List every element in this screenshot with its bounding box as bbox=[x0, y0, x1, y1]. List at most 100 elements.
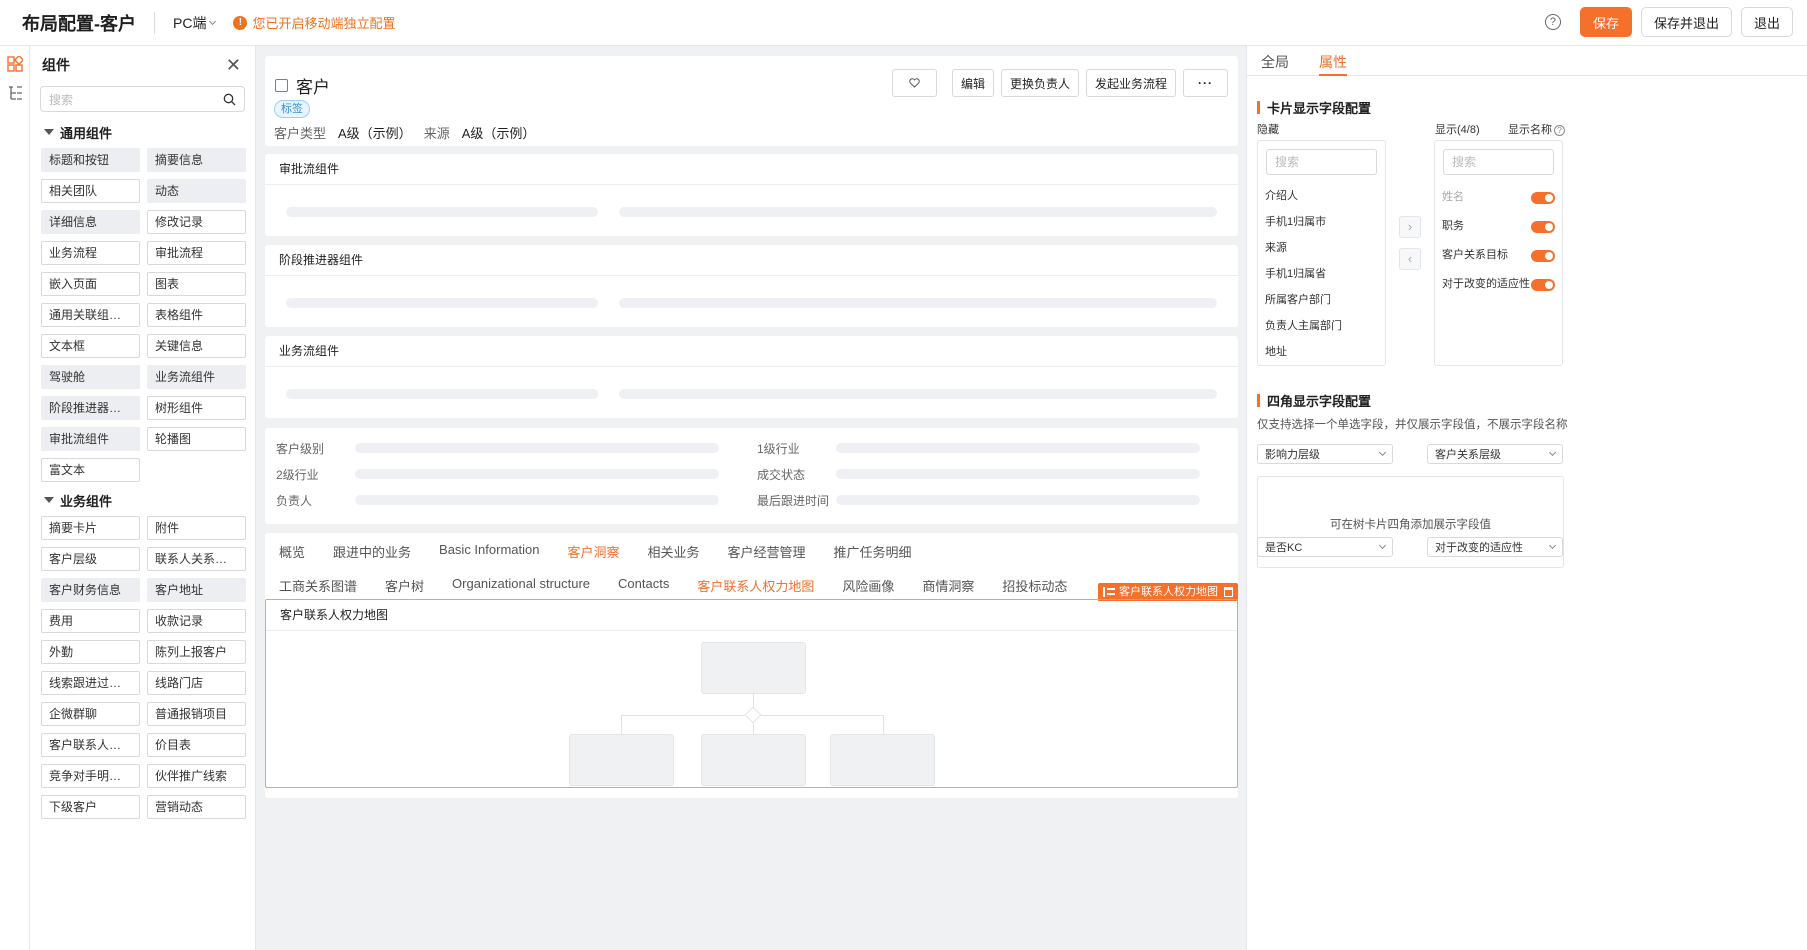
approval-flow-section[interactable]: 审批流组件 bbox=[265, 154, 1238, 236]
tab-item[interactable]: 相关业务 bbox=[647, 542, 699, 561]
summary-info-card[interactable]: 客户级别 2级行业 负责人 1级行业 成交状态 最后跟进时间 bbox=[265, 428, 1238, 524]
move-right-button[interactable]: › bbox=[1399, 216, 1421, 238]
component-chip[interactable]: 关键信息 bbox=[147, 334, 246, 358]
tab-item[interactable]: Contacts bbox=[618, 576, 669, 595]
tab-item[interactable]: 工商关系图谱 bbox=[279, 576, 357, 595]
component-chip[interactable]: 相关团队 bbox=[41, 179, 140, 203]
display-toggle[interactable] bbox=[1531, 191, 1555, 204]
hidden-field-item[interactable]: 介绍人 bbox=[1258, 183, 1385, 209]
component-chip[interactable]: 客户地址 bbox=[147, 578, 246, 602]
power-map-component[interactable]: 客户联系人权力地图 bbox=[265, 599, 1238, 788]
component-chip[interactable]: 客户层级 bbox=[41, 547, 140, 571]
component-chip[interactable]: 图表 bbox=[147, 272, 246, 296]
tab-item[interactable]: 客户经营管理 bbox=[728, 542, 806, 561]
component-chip[interactable]: 嵌入页面 bbox=[41, 272, 140, 296]
hidden-field-item[interactable]: 负责人主属部门 bbox=[1258, 313, 1385, 339]
group-business[interactable]: 业务组件 bbox=[30, 488, 255, 512]
component-chip[interactable]: 伙伴推广线索 bbox=[147, 764, 246, 788]
corner-select-bottom-left[interactable]: 是否KC bbox=[1257, 537, 1393, 557]
tab-global[interactable]: 全局 bbox=[1261, 46, 1289, 76]
delete-icon[interactable] bbox=[1224, 587, 1233, 597]
components-icon[interactable] bbox=[7, 54, 25, 72]
corner-select-top-left[interactable]: 影响力层级 bbox=[1257, 444, 1393, 464]
tab-item[interactable]: 商情洞察 bbox=[922, 576, 974, 595]
save-exit-button[interactable]: 保存并退出 bbox=[1640, 7, 1732, 37]
component-chip[interactable]: 竞争对手明细列表 bbox=[41, 764, 140, 788]
hidden-search-input[interactable]: 搜索 bbox=[1266, 149, 1377, 175]
component-chip[interactable]: 轮播图 bbox=[147, 427, 246, 451]
component-chip[interactable]: 修改记录 bbox=[147, 210, 246, 234]
close-icon[interactable]: ✕ bbox=[226, 55, 241, 76]
component-chip[interactable]: 动态 bbox=[147, 179, 246, 203]
shown-field-item[interactable]: 对于改变的适应性 bbox=[1435, 270, 1562, 299]
tab-item[interactable]: 招投标动态 bbox=[1002, 576, 1067, 595]
corner-select-top-right[interactable]: 客户关系层级 bbox=[1427, 444, 1563, 464]
display-toggle[interactable] bbox=[1531, 249, 1555, 262]
stage-progress-section[interactable]: 阶段推进器组件 bbox=[265, 245, 1238, 327]
shown-field-item[interactable]: 客户关系目标 bbox=[1435, 241, 1562, 270]
component-chip[interactable]: 富文本 bbox=[41, 458, 140, 482]
component-chip[interactable]: 线路门店 bbox=[147, 671, 246, 695]
hidden-field-item[interactable]: 所属客户部门 bbox=[1258, 287, 1385, 313]
start-flow-button[interactable]: 发起业务流程 bbox=[1085, 69, 1176, 97]
component-chip[interactable]: 审批流程 bbox=[147, 241, 246, 265]
hidden-field-item[interactable]: 来源 bbox=[1258, 235, 1385, 261]
tab-item[interactable]: 客户联系人权力地图 bbox=[697, 576, 814, 595]
title-button-card[interactable]: 客户 标签 客户类型 A级（示例） 来源 A级（示例） 编辑 更换负责人 发起业… bbox=[265, 56, 1238, 146]
tab-properties[interactable]: 属性 bbox=[1319, 46, 1347, 76]
tab-item[interactable]: Basic Information bbox=[439, 542, 539, 561]
save-button[interactable]: 保存 bbox=[1579, 7, 1632, 37]
component-chip[interactable]: 客户财务信息 bbox=[41, 578, 140, 602]
component-chip[interactable]: 摘要信息 bbox=[147, 148, 246, 172]
component-chip[interactable]: 外勤 bbox=[41, 640, 140, 664]
tab-item[interactable]: 客户树 bbox=[385, 576, 424, 595]
component-chip[interactable]: 客户联系人关系 bbox=[41, 733, 140, 757]
help-icon[interactable]: ? bbox=[1544, 14, 1561, 30]
component-chip[interactable]: 营销动态 bbox=[147, 795, 246, 819]
edit-button[interactable]: 编辑 bbox=[951, 69, 994, 97]
component-chip[interactable]: 阶段推进器组件 bbox=[41, 396, 140, 420]
business-flow-section[interactable]: 业务流组件 bbox=[265, 336, 1238, 418]
help-icon[interactable]: ? bbox=[1554, 125, 1565, 136]
hidden-field-item[interactable]: 手机1归属市 bbox=[1258, 209, 1385, 235]
component-chip[interactable]: 审批流组件 bbox=[41, 427, 140, 451]
change-owner-button[interactable]: 更换负责人 bbox=[1000, 69, 1079, 97]
component-chip[interactable]: 联系人关系图谱 bbox=[147, 547, 246, 571]
component-chip[interactable]: 详细信息 bbox=[41, 210, 140, 234]
device-select[interactable]: PC端 bbox=[173, 13, 217, 33]
component-chip[interactable]: 业务流程 bbox=[41, 241, 140, 265]
component-chip[interactable]: 陈列上报客户 bbox=[147, 640, 246, 664]
component-chip[interactable]: 通用关联组件(... bbox=[41, 303, 140, 327]
tag-badge[interactable]: 标签 bbox=[274, 100, 310, 118]
component-chip[interactable]: 文本框 bbox=[41, 334, 140, 358]
component-chip[interactable]: 业务流组件 bbox=[147, 365, 246, 389]
more-button[interactable]: ··· bbox=[1183, 69, 1228, 97]
favorite-button[interactable] bbox=[891, 69, 937, 97]
tab-item[interactable]: 风险画像 bbox=[842, 576, 894, 595]
component-chip[interactable]: 普通报销项目 bbox=[147, 702, 246, 726]
tab-item[interactable]: 跟进中的业务 bbox=[333, 542, 411, 561]
group-general[interactable]: 通用组件 bbox=[30, 120, 255, 144]
hidden-field-item[interactable]: 地址 bbox=[1258, 339, 1385, 365]
tab-item[interactable]: Organizational structure bbox=[452, 576, 590, 595]
component-chip[interactable]: 驾驶舱 bbox=[41, 365, 140, 389]
component-chip[interactable]: 标题和按钮 bbox=[41, 148, 140, 172]
shown-search-input[interactable]: 搜索 bbox=[1443, 149, 1554, 175]
component-chip[interactable]: 收款记录 bbox=[147, 609, 246, 633]
component-chip[interactable]: 表格组件 bbox=[147, 303, 246, 327]
tree-structure-icon[interactable] bbox=[7, 85, 23, 101]
component-chip[interactable]: 价目表 bbox=[147, 733, 246, 757]
tab-item[interactable]: 客户洞察 bbox=[567, 542, 619, 561]
component-chip[interactable]: 附件 bbox=[147, 516, 246, 540]
component-search-input[interactable]: 搜索 bbox=[40, 86, 245, 112]
tab-item[interactable]: 推广任务明细 bbox=[834, 542, 912, 561]
component-chip[interactable]: 线索跟进过程记录 bbox=[41, 671, 140, 695]
component-chip[interactable]: 企微群聊 bbox=[41, 702, 140, 726]
display-toggle[interactable] bbox=[1531, 220, 1555, 233]
component-chip[interactable]: 摘要卡片 bbox=[41, 516, 140, 540]
exit-button[interactable]: 退出 bbox=[1740, 7, 1793, 37]
shown-field-item[interactable]: 姓名 bbox=[1435, 183, 1562, 212]
corner-select-bottom-right[interactable]: 对于改变的适应性 bbox=[1427, 537, 1563, 557]
tab-item[interactable]: 概览 bbox=[279, 542, 305, 561]
component-chip[interactable]: 下级客户 bbox=[41, 795, 140, 819]
